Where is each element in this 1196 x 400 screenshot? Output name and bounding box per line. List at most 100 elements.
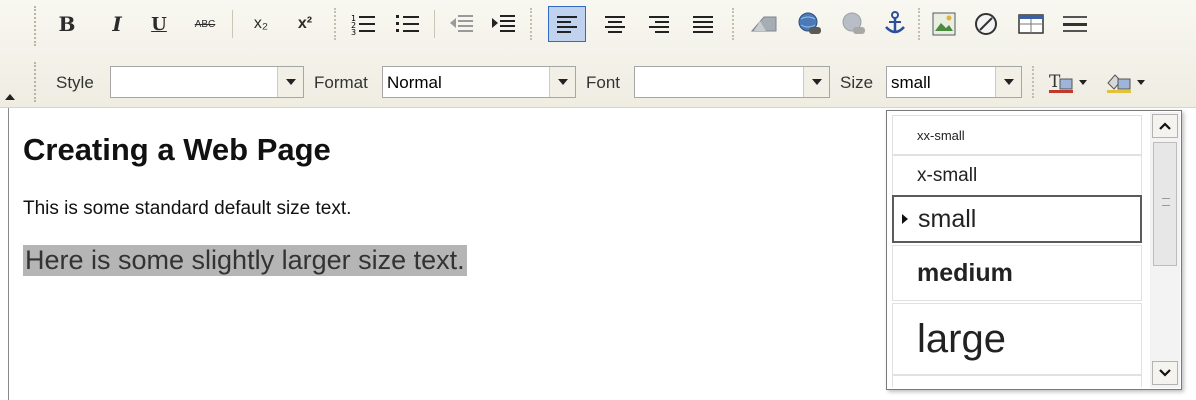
style-select[interactable] xyxy=(110,66,304,98)
toolbar-separator xyxy=(732,8,734,40)
insert-image-button[interactable] xyxy=(928,6,960,42)
size-option-label: small xyxy=(918,204,977,233)
justify-button[interactable] xyxy=(686,6,720,42)
toolbar-separator xyxy=(232,10,233,38)
flash-icon xyxy=(750,16,777,32)
insert-table-button[interactable] xyxy=(1014,6,1048,42)
align-left-button[interactable] xyxy=(548,6,586,42)
justify-icon xyxy=(693,16,713,33)
superscript-button[interactable]: x² xyxy=(290,6,320,42)
indent-icon xyxy=(492,15,515,32)
strikethrough-button[interactable]: ABC xyxy=(186,6,224,42)
toolbar-separator xyxy=(530,8,532,40)
outdent-icon xyxy=(450,15,473,32)
style-label: Style xyxy=(56,73,94,92)
font-select[interactable] xyxy=(634,66,830,98)
numbered-list-button[interactable]: 123 xyxy=(348,6,380,42)
size-option-x-small[interactable]: x-small xyxy=(892,155,1142,197)
toolbar-separator xyxy=(434,10,435,38)
size-option-medium[interactable]: medium xyxy=(892,245,1142,301)
toolbar-separator xyxy=(918,8,920,40)
editor-toolbar: B I U ABC x₂ x² 123 Style Format Normal … xyxy=(0,0,1196,108)
bold-button[interactable]: B xyxy=(54,6,80,42)
content-paragraph-default: This is some standard default size text. xyxy=(23,198,352,219)
format-select-value: Normal xyxy=(387,73,442,92)
underline-button[interactable]: U xyxy=(146,6,172,42)
toolbar-separator xyxy=(334,8,336,40)
thumb-grip-icon xyxy=(1162,198,1170,206)
strikethrough-label: ABC xyxy=(194,18,216,30)
table-icon xyxy=(1018,14,1044,34)
chevron-down-icon xyxy=(811,79,822,85)
align-right-icon xyxy=(649,16,669,33)
content-paragraph-larger-selected: Here is some slightly larger size text. xyxy=(23,245,467,276)
omega-circle-icon xyxy=(975,13,997,35)
insert-link-button[interactable] xyxy=(792,6,828,42)
svg-text:T: T xyxy=(1049,72,1061,92)
align-center-icon xyxy=(605,16,625,33)
outdent-button[interactable] xyxy=(446,6,478,42)
size-label: Size xyxy=(840,73,874,92)
superscript-label: x² xyxy=(297,15,313,32)
align-right-button[interactable] xyxy=(642,6,676,42)
text-color-button[interactable]: T xyxy=(1044,66,1100,98)
chevron-down-icon xyxy=(557,79,568,85)
background-color-icon xyxy=(1107,74,1145,93)
italic-button[interactable]: I xyxy=(104,6,130,42)
size-option-small[interactable]: small xyxy=(892,195,1142,243)
content-heading: Creating a Web Page xyxy=(23,132,331,167)
align-center-button[interactable] xyxy=(598,6,632,42)
chevron-down-icon xyxy=(1159,369,1171,377)
format-select[interactable]: Normal xyxy=(382,66,576,98)
font-dropdown-arrow[interactable] xyxy=(803,67,829,97)
size-option-xx-small[interactable]: xx-small xyxy=(892,115,1142,155)
anchor-icon xyxy=(885,11,905,34)
bulleted-list-icon xyxy=(396,15,419,32)
collapse-toolbar-icon[interactable] xyxy=(5,94,15,100)
size-select[interactable]: small xyxy=(886,66,1022,98)
background-color-button[interactable] xyxy=(1102,66,1158,98)
special-char-button[interactable] xyxy=(970,6,1002,42)
align-left-icon xyxy=(557,16,577,33)
unlink-icon xyxy=(842,12,865,34)
size-dropdown-scrollbar[interactable] xyxy=(1150,112,1180,388)
remove-link-button[interactable] xyxy=(836,6,872,42)
size-option-label: xx-small xyxy=(917,127,965,143)
toolbar-row2-grip[interactable] xyxy=(34,62,40,102)
toolbar-row-formatting: B I U ABC x₂ x² 123 xyxy=(0,6,1196,42)
style-dropdown-arrow[interactable] xyxy=(277,67,303,97)
size-option-large[interactable]: large xyxy=(892,303,1142,375)
size-option-label: x-small xyxy=(917,165,978,186)
size-dropdown-list: xx-small x-small small medium large xyxy=(886,110,1182,390)
horizontal-rule-button[interactable] xyxy=(1058,6,1092,42)
size-option-partial[interactable] xyxy=(892,375,1142,387)
chevron-down-icon xyxy=(1003,79,1014,85)
font-label: Font xyxy=(586,73,621,92)
size-option-label: large xyxy=(917,316,1006,361)
italic-label: I xyxy=(112,12,122,36)
text-color-icon: T xyxy=(1049,72,1087,93)
svg-text:3: 3 xyxy=(351,28,356,36)
subscript-button[interactable]: x₂ xyxy=(246,6,276,42)
horizontal-rule-icon xyxy=(1063,16,1087,32)
size-option-label: medium xyxy=(917,258,1013,287)
size-dropdown-arrow[interactable] xyxy=(995,67,1021,97)
subscript-label: x₂ xyxy=(253,15,269,32)
anchor-button[interactable] xyxy=(880,6,910,42)
chevron-down-icon xyxy=(285,79,296,85)
underline-label: U xyxy=(151,13,167,35)
selected-pointer-icon xyxy=(902,214,908,224)
format-dropdown-arrow[interactable] xyxy=(549,67,575,97)
image-icon xyxy=(932,12,956,36)
numbered-list-icon: 123 xyxy=(351,14,375,36)
scroll-down-button[interactable] xyxy=(1152,361,1178,385)
scroll-up-button[interactable] xyxy=(1152,114,1178,138)
size-select-value: small xyxy=(891,73,931,92)
format-label: Format xyxy=(314,73,368,92)
bulleted-list-button[interactable] xyxy=(392,6,424,42)
indent-button[interactable] xyxy=(488,6,520,42)
insert-flash-button[interactable] xyxy=(746,6,782,42)
bold-label: B xyxy=(58,12,76,36)
toolbar-separator xyxy=(1032,66,1034,98)
scrollbar-thumb[interactable] xyxy=(1153,142,1177,266)
